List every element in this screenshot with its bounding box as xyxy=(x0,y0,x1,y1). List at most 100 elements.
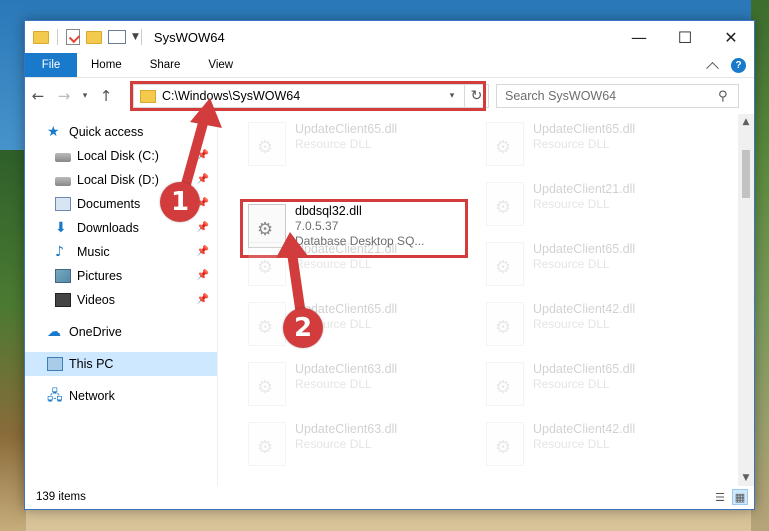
file-description: Resource DLL xyxy=(533,377,610,391)
step-2-badge: 2 xyxy=(283,308,323,348)
file-name: UpdateClient65.dll xyxy=(533,122,636,136)
scroll-thumb[interactable] xyxy=(742,150,750,198)
pin-icon: 📌 xyxy=(196,246,209,257)
maximize-button[interactable]: ☐ xyxy=(662,21,708,53)
window-title: SysWOW64 xyxy=(153,29,225,45)
file-item[interactable]: ⚙ UpdateClient65.dll Resource DLL xyxy=(242,120,472,176)
dll-file-icon: ⚙ xyxy=(486,122,524,166)
file-item[interactable]: ⚙ UpdateClient65.dll Resource DLL xyxy=(480,120,710,176)
gear-icon: ⚙ xyxy=(495,137,512,158)
videos-icon xyxy=(55,293,71,307)
file-item[interactable]: ⚙ UpdateClient21.dll Resource DLL xyxy=(242,240,472,296)
close-button[interactable]: ✕ xyxy=(708,21,754,53)
nav-onedrive[interactable]: ☁ OneDrive xyxy=(25,320,217,344)
file-name: UpdateClient21.dll xyxy=(533,182,636,196)
quick-access-toolbar: ▼ xyxy=(25,29,139,45)
properties-icon[interactable] xyxy=(66,29,80,45)
dll-file-icon: ⚙ xyxy=(248,242,286,286)
details-view-icon[interactable]: ☰ xyxy=(712,489,728,505)
tab-share[interactable]: Share xyxy=(136,53,195,77)
star-icon: ★ xyxy=(47,124,60,140)
gear-icon: ⚙ xyxy=(257,377,274,398)
address-path[interactable]: C:\Windows\SysWOW64 xyxy=(162,89,300,103)
gear-icon: ⚙ xyxy=(495,197,512,218)
nav-local-disk-c[interactable]: Local Disk (C:) 📌 xyxy=(25,144,217,168)
nav-label: Local Disk (D:) xyxy=(77,173,159,187)
file-item[interactable]: ⚙ UpdateClient63.dll Resource DLL xyxy=(242,360,472,416)
file-name: UpdateClient65.dll xyxy=(533,242,636,256)
file-item[interactable]: ⚙ UpdateClient65.dll Resource DLL xyxy=(480,360,710,416)
folder-icon xyxy=(33,30,49,44)
downloads-icon: ⬇ xyxy=(55,220,67,236)
back-button[interactable]: ← xyxy=(25,84,51,108)
expand-ribbon-icon[interactable] xyxy=(706,61,719,75)
file-description: Resource DLL xyxy=(295,257,372,271)
tab-file[interactable]: File xyxy=(25,53,77,77)
search-placeholder: Search SysWOW64 xyxy=(505,89,617,103)
gear-icon: ⚙ xyxy=(495,317,512,338)
file-item[interactable]: ⚙ UpdateClient63.dll Resource DLL xyxy=(242,420,472,476)
nav-pictures[interactable]: Pictures 📌 xyxy=(25,264,217,288)
customize-toolbar-icon[interactable] xyxy=(108,30,126,44)
dll-file-icon: ⚙ xyxy=(486,302,524,346)
file-description: Resource DLL xyxy=(533,317,610,331)
status-bar: 139 items ☰ ▦ xyxy=(25,485,754,509)
nav-videos[interactable]: Videos 📌 xyxy=(25,288,217,312)
nav-label: Local Disk (C:) xyxy=(77,149,159,163)
dropdown-arrow-icon[interactable]: ▼ xyxy=(132,32,139,42)
gear-icon: ⚙ xyxy=(257,317,274,338)
file-item[interactable]: ⚙ UpdateClient42.dll Resource DLL xyxy=(480,300,710,356)
file-item[interactable]: ⚙ UpdateClient65.dll Resource DLL xyxy=(480,240,710,296)
search-icon[interactable]: ⚲ xyxy=(718,89,732,104)
dll-file-icon: ⚙ xyxy=(248,122,286,166)
dll-file-icon: ⚙ xyxy=(248,362,286,406)
minimize-button[interactable]: — xyxy=(616,21,662,53)
address-bar[interactable]: C:\Windows\SysWOW64 ▾ ↻ xyxy=(133,84,489,108)
nav-label: OneDrive xyxy=(69,325,122,339)
cloud-icon: ☁ xyxy=(47,324,61,340)
address-folder-icon xyxy=(140,89,156,103)
address-dropdown-icon[interactable]: ▾ xyxy=(444,85,460,107)
search-input[interactable]: Search SysWOW64 ⚲ xyxy=(496,84,739,108)
nav-label: Videos xyxy=(77,293,115,307)
item-count: 139 items xyxy=(36,491,86,503)
nav-music[interactable]: ♪ Music 📌 xyxy=(25,240,217,264)
nav-quick-access[interactable]: ★ Quick access xyxy=(25,120,217,144)
view-switcher: ☰ ▦ xyxy=(712,489,748,505)
refresh-button[interactable]: ↻ xyxy=(464,85,488,107)
file-item[interactable]: ⚙ UpdateClient65.dll Resource DLL xyxy=(242,300,472,356)
recent-locations-button[interactable]: ▾ xyxy=(77,84,93,108)
disk-icon xyxy=(55,153,71,162)
gear-icon: ⚙ xyxy=(257,137,274,158)
content-area: ★ Quick access Local Disk (C:) 📌 Local D… xyxy=(25,114,754,486)
scroll-up-arrow-icon[interactable]: ▲ xyxy=(738,114,754,130)
nav-network[interactable]: 🖧 Network xyxy=(25,384,217,408)
up-button[interactable]: ↑ xyxy=(93,84,119,108)
window-controls: — ☐ ✕ xyxy=(616,21,754,53)
pin-icon: 📌 xyxy=(196,222,209,233)
pin-icon: 📌 xyxy=(196,294,209,305)
forward-button[interactable]: → xyxy=(51,84,77,108)
file-item[interactable]: ⚙ UpdateClient42.dll Resource DLL xyxy=(480,420,710,476)
documents-icon xyxy=(55,197,71,211)
desktop-background-left xyxy=(0,150,26,531)
pictures-icon xyxy=(55,269,71,283)
explorer-window: ▼ SysWOW64 — ☐ ✕ File Home Share View ? … xyxy=(24,20,755,510)
tiles-view-icon[interactable]: ▦ xyxy=(732,489,748,505)
scroll-down-arrow-icon[interactable]: ▼ xyxy=(738,470,754,486)
file-name: UpdateClient63.dll xyxy=(295,422,398,436)
file-item[interactable]: ⚙ UpdateClient21.dll Resource DLL xyxy=(480,180,710,236)
nav-label: Pictures xyxy=(77,269,123,283)
vertical-scrollbar[interactable]: ▲ ▼ xyxy=(738,114,754,486)
tab-view[interactable]: View xyxy=(194,53,247,77)
help-icon[interactable]: ? xyxy=(731,58,746,73)
tab-home[interactable]: Home xyxy=(77,53,136,77)
ribbon-tabs: File Home Share View ? xyxy=(25,53,754,78)
nav-label: This PC xyxy=(69,357,114,371)
dll-file-icon: ⚙ xyxy=(486,242,524,286)
new-folder-icon[interactable] xyxy=(86,30,102,44)
nav-this-pc[interactable]: This PC xyxy=(25,352,217,376)
